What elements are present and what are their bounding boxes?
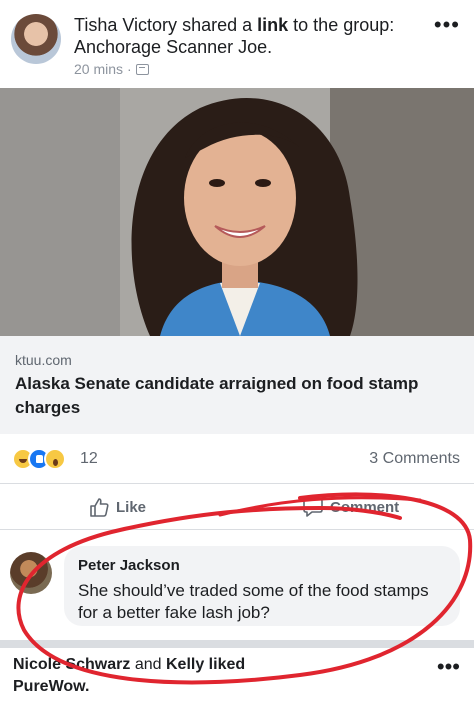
next-post-rest[interactable]: Kelly liked: [166, 656, 245, 673]
comment-label: Comment: [330, 498, 400, 516]
like-label: Like: [116, 498, 147, 516]
actions-bar: Like Comment: [0, 484, 474, 530]
commenter-avatar[interactable]: [10, 552, 52, 594]
comment-item: Peter Jackson She should’ve traded some …: [0, 530, 474, 640]
wow-reaction-icon: [44, 448, 66, 470]
author-name[interactable]: Tisha Victory: [74, 15, 177, 35]
post-header-line: Tisha Victory shared a link to the group…: [74, 14, 394, 36]
portrait-illustration: [0, 88, 474, 336]
next-post-page[interactable]: PureWow.: [13, 676, 89, 698]
link-caption[interactable]: ktuu.com Alaska Senate candidate arraign…: [0, 336, 474, 434]
next-post-header: Nicole Schwarz and Kelly liked PureWow. …: [0, 648, 474, 710]
link-domain: ktuu.com: [15, 352, 72, 368]
next-post-conjunction: and: [134, 656, 162, 673]
link-preview-image[interactable]: [0, 88, 474, 336]
next-post-line: Nicole Schwarz and Kelly liked: [13, 654, 245, 676]
comment-bubble-icon: [303, 498, 323, 517]
author-avatar[interactable]: [11, 14, 61, 64]
comment-text: She should’ve traded some of the food st…: [78, 581, 429, 622]
comment-bubble[interactable]: Peter Jackson She should’ve traded some …: [64, 546, 460, 626]
comment-button[interactable]: Comment: [302, 496, 399, 518]
link-title[interactable]: Alaska Senate candidate arraigned on foo…: [15, 372, 455, 420]
reactions-bar: 12 3 Comments: [0, 434, 474, 484]
post-time[interactable]: 20 mins: [74, 60, 123, 78]
feed-divider: [0, 640, 474, 648]
action-text: shared a: [182, 15, 253, 35]
reaction-count[interactable]: 12: [80, 450, 98, 468]
group-privacy-icon: [135, 63, 149, 75]
post-more-button[interactable]: •••: [434, 14, 460, 36]
next-post-more-button[interactable]: •••: [437, 656, 460, 678]
reaction-icons[interactable]: [12, 448, 66, 470]
link-word[interactable]: link: [257, 15, 288, 35]
post-header: Tisha Victory shared a link to the group…: [0, 0, 474, 88]
meta-separator: ·: [127, 61, 132, 77]
post-meta: 20 mins ·: [74, 60, 149, 78]
group-name[interactable]: Anchorage Scanner Joe.: [74, 36, 272, 58]
next-post-author[interactable]: Nicole Schwarz: [13, 656, 130, 673]
thumbs-up-icon: [90, 498, 109, 517]
to-text: to the group:: [293, 15, 395, 35]
like-button[interactable]: Like: [88, 496, 146, 518]
commenter-name[interactable]: Peter Jackson: [78, 556, 446, 576]
comment-count[interactable]: 3 Comments: [369, 450, 460, 468]
